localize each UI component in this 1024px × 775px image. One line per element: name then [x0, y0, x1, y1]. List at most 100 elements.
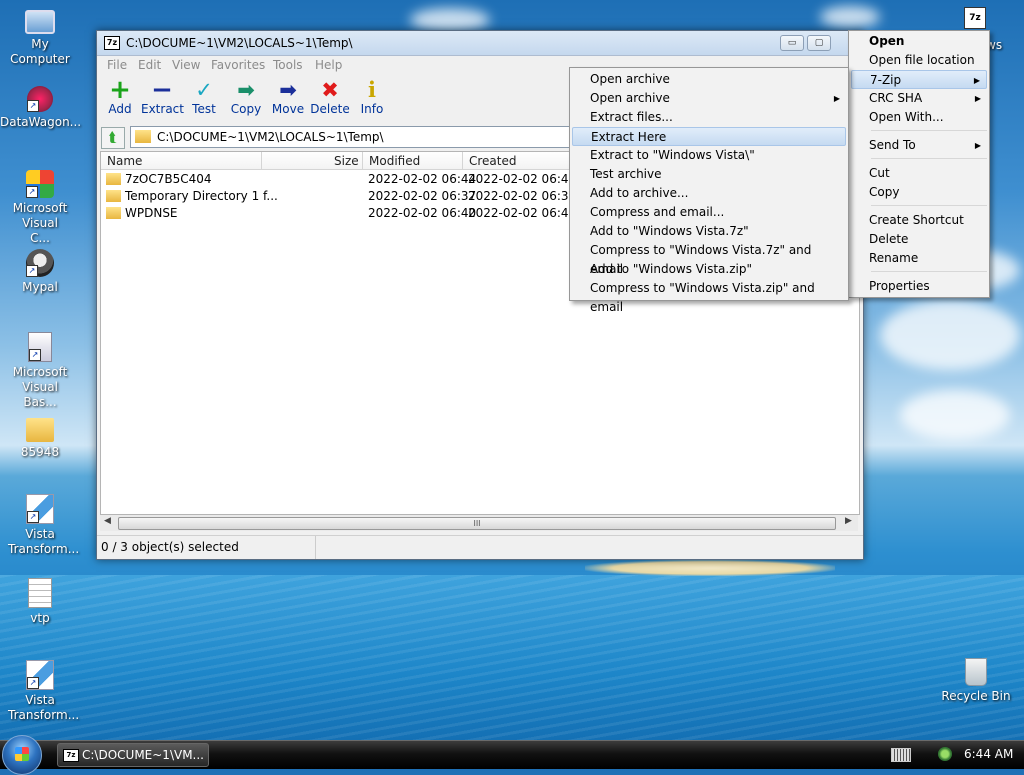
desktop-icon-label: vtp	[30, 611, 50, 625]
tool-label: Test	[192, 102, 216, 116]
menu-item-copy[interactable]: Copy	[851, 183, 987, 202]
submenu-item-compress-and-email[interactable]: Compress and email...	[572, 203, 846, 222]
computer-icon	[25, 10, 55, 34]
menu-item-label: Send To	[869, 138, 916, 152]
desktop-icon-recycle-bin[interactable]: Recycle Bin	[936, 658, 1016, 704]
plus-icon: +	[109, 75, 131, 105]
submenu-item-test-archive[interactable]: Test archive	[572, 165, 846, 184]
submenu-item-compress-zip-email[interactable]: Compress to "Windows Vista.zip" and emai…	[572, 279, 846, 314]
delete-button[interactable]: ✖ Delete	[309, 78, 351, 116]
desktop-icon-my-computer[interactable]: My Computer	[0, 4, 80, 67]
recycle-bin-icon	[965, 658, 987, 686]
taskbar-button-label: C:\DOCUME~1\VM...	[82, 748, 204, 762]
minimize-button[interactable]: ▭	[780, 35, 804, 51]
keyboard-icon[interactable]	[891, 748, 911, 762]
vista-transform-icon: ↗	[26, 494, 54, 524]
test-button[interactable]: ✓ Test	[183, 78, 225, 116]
clock[interactable]: 6:44 AM	[964, 747, 1013, 761]
column-header-modified[interactable]: Modified	[363, 152, 463, 170]
7zip-desktop-icon[interactable]: 7z	[964, 7, 986, 29]
submenu-item-add-to-archive[interactable]: Add to archive...	[572, 184, 846, 203]
datawagon-icon: ↗	[27, 86, 53, 112]
title-bar[interactable]: 7z C:\DOCUME~1\VM2\LOCALS~1\Temp\ ▭ ▢	[97, 31, 863, 56]
desktop-icon-vtp[interactable]: vtp	[0, 578, 80, 626]
menu-item-label: 7-Zip	[870, 73, 902, 87]
menu-separator	[871, 158, 987, 159]
address-input[interactable]: C:\DOCUME~1\VM2\LOCALS~1\Temp\	[130, 126, 572, 148]
tool-label: Move	[271, 102, 305, 116]
submenu-item-add-to-zip[interactable]: Add to "Windows Vista.zip"	[572, 260, 846, 279]
copy-button[interactable]: ➡ Copy	[225, 78, 267, 116]
menu-edit[interactable]: Edit	[138, 58, 161, 72]
maximize-button[interactable]: ▢	[807, 35, 831, 51]
column-header-size[interactable]: Size	[262, 152, 363, 170]
submenu-item-add-to-7z[interactable]: Add to "Windows Vista.7z"	[572, 222, 846, 241]
column-header-name[interactable]: Name	[101, 152, 262, 170]
taskbar-button-7zip[interactable]: 7z C:\DOCUME~1\VM...	[57, 743, 209, 767]
submenu-item-open-archive[interactable]: Open archive	[572, 70, 846, 89]
menu-item-open-with[interactable]: Open With...	[851, 108, 987, 127]
file-created: 2022-02-02 06:40	[468, 206, 577, 220]
menu-item-send-to[interactable]: Send To ▶	[851, 136, 987, 155]
submenu-item-extract-to[interactable]: Extract to "Windows Vista\"	[572, 146, 846, 165]
menu-item-open[interactable]: Open	[851, 32, 987, 51]
desktop-icon-label: DataWagon...	[0, 115, 82, 129]
desktop-icon-visual-basic[interactable]: ↗ Microsoft Visual Bas...	[0, 332, 80, 410]
scrollbar-thumb[interactable]: III	[118, 517, 836, 530]
taskbar: 7z C:\DOCUME~1\VM... 6:44 AM	[0, 735, 1024, 775]
menu-help[interactable]: Help	[315, 58, 342, 72]
file-name: 7zOC7B5C404	[125, 172, 212, 186]
scroll-right-arrow-icon[interactable]: ▶	[845, 516, 852, 526]
check-icon: ✓	[195, 78, 213, 102]
menu-item-properties[interactable]: Properties	[851, 277, 987, 296]
up-folder-button[interactable]: ⮬	[101, 127, 125, 149]
column-header-created[interactable]: Created	[463, 152, 571, 170]
delete-x-icon: ✖	[321, 78, 339, 102]
desktop-icon-label: 85948	[20, 445, 60, 459]
menu-tools[interactable]: Tools	[273, 58, 303, 72]
horizontal-scrollbar[interactable]: ◀ III ▶	[100, 515, 858, 531]
desktop-icon-mypal[interactable]: ↗ Mypal	[0, 249, 80, 295]
info-icon: i	[368, 77, 376, 102]
desktop-icon-vista-transform-2[interactable]: ↗ Vista Transform...	[0, 660, 80, 723]
desktop-icon-visual-c[interactable]: ↗ Microsoft Visual C...	[0, 170, 80, 246]
start-button[interactable]	[2, 735, 42, 775]
submenu-item-extract-files[interactable]: Extract files...	[572, 108, 846, 127]
desktop-icon-datawagon[interactable]: ↗ DataWagon...	[0, 86, 82, 130]
add-button[interactable]: + Add	[99, 75, 141, 116]
menu-item-delete[interactable]: Delete	[851, 230, 987, 249]
desktop-icon-vista-transform-1[interactable]: ↗ Vista Transform...	[0, 494, 80, 557]
submenu-item-extract-here[interactable]: Extract Here	[572, 127, 846, 146]
visual-basic-icon: ↗	[28, 332, 52, 362]
tool-label: Extract	[141, 102, 184, 116]
info-button[interactable]: i Info	[351, 77, 393, 117]
menu-item-rename[interactable]: Rename	[851, 249, 987, 268]
mypal-browser-icon: ↗	[26, 249, 54, 277]
menu-item-cut[interactable]: Cut	[851, 164, 987, 183]
submenu-item-compress-7z-email[interactable]: Compress to "Windows Vista.7z" and email	[572, 241, 846, 276]
menu-file[interactable]: File	[107, 58, 127, 72]
desktop-sea	[0, 575, 1024, 740]
menu-separator	[871, 205, 987, 206]
menu-item-create-shortcut[interactable]: Create Shortcut	[851, 211, 987, 230]
network-icon[interactable]	[938, 747, 952, 761]
menu-item-7zip[interactable]: 7-Zip ▶	[851, 70, 987, 89]
file-modified: 2022-02-02 06:44	[368, 172, 477, 186]
desktop-icon-label: Mypal	[22, 280, 58, 294]
7zip-submenu: Open archive Open archive ▶ Extract file…	[569, 67, 849, 314]
extract-button[interactable]: − Extract	[141, 77, 184, 116]
folder-icon	[26, 418, 54, 442]
tool-label: Info	[360, 102, 384, 116]
menu-favorites[interactable]: Favorites	[211, 58, 265, 72]
status-bar: 0 / 3 object(s) selected	[97, 535, 863, 560]
menu-separator	[871, 130, 987, 131]
tool-label: Copy	[230, 102, 262, 116]
move-button[interactable]: ➡ Move	[267, 78, 309, 116]
submenu-item-open-archive-sub[interactable]: Open archive ▶	[572, 89, 846, 108]
desktop-icon-85948[interactable]: 85948	[0, 412, 80, 460]
menu-view[interactable]: View	[172, 58, 200, 72]
folder-icon	[106, 207, 121, 219]
scroll-left-arrow-icon[interactable]: ◀	[104, 516, 111, 526]
menu-item-crc-sha[interactable]: CRC SHA ▶	[851, 89, 987, 108]
menu-item-open-file-location[interactable]: Open file location	[851, 51, 987, 70]
